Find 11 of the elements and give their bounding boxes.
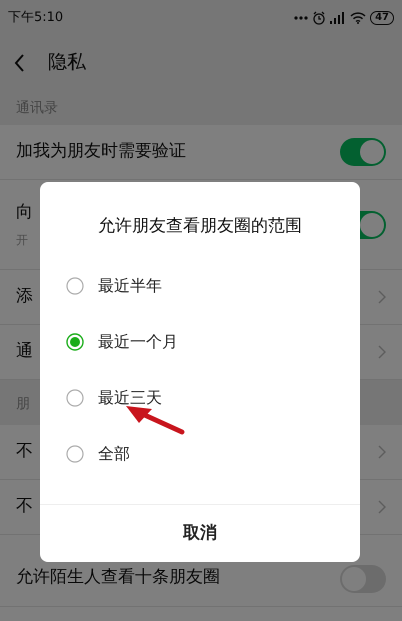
row-label: 允许陌生人查看十条朋友圈 bbox=[16, 566, 220, 589]
dialog-title: 允许朋友查看朋友圈的范围 bbox=[97, 215, 303, 238]
row-label: 通 bbox=[16, 340, 33, 364]
page-title: 隐私 bbox=[48, 50, 86, 76]
row-label: 不 bbox=[16, 495, 33, 518]
status-time: 下午5:10 bbox=[8, 8, 64, 27]
row-label: 向 bbox=[16, 200, 33, 224]
row-label: 添 bbox=[16, 285, 33, 308]
row-label: 不 bbox=[16, 440, 33, 464]
row-label: 加我为朋友时需要验证 bbox=[16, 140, 186, 164]
battery-indicator: 47 bbox=[370, 10, 394, 24]
